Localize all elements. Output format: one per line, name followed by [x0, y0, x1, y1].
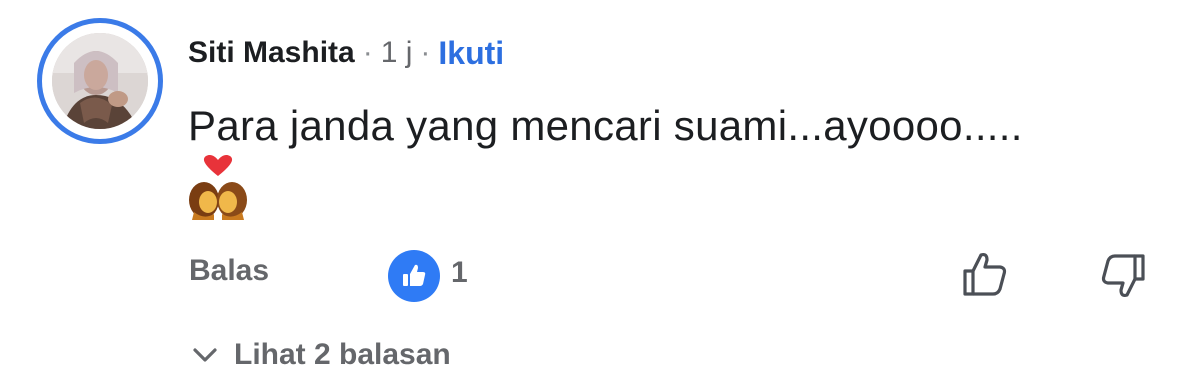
avatar[interactable]	[37, 18, 163, 144]
like-reaction-badge[interactable]	[388, 250, 440, 302]
view-replies-label: Lihat 2 balasan	[234, 338, 451, 371]
chevron-down-icon	[193, 348, 217, 362]
thumb-up-outline-icon[interactable]	[960, 249, 1010, 299]
comment: Siti Mashita · 1 j · Ikuti Para janda ya…	[0, 0, 1200, 389]
separator-dot: ·	[420, 36, 431, 69]
couple-with-heart-icon	[186, 154, 250, 220]
comment-text: Para janda yang mencari suami...ayoooo..…	[188, 102, 1023, 149]
follow-button[interactable]: Ikuti	[438, 35, 504, 72]
view-replies-button[interactable]: Lihat 2 balasan	[190, 334, 451, 376]
like-count: 1	[451, 256, 468, 289]
thumbs-up-icon	[403, 264, 426, 286]
timestamp: 1 j	[380, 36, 413, 69]
avatar-image	[52, 33, 148, 129]
separator-dot: ·	[362, 36, 373, 69]
thumb-down-outline-icon[interactable]	[1098, 251, 1148, 301]
comment-header: Siti Mashita · 1 j · Ikuti	[188, 28, 504, 78]
author-name[interactable]: Siti Mashita	[188, 36, 355, 70]
reply-button[interactable]: Balas	[189, 254, 269, 288]
